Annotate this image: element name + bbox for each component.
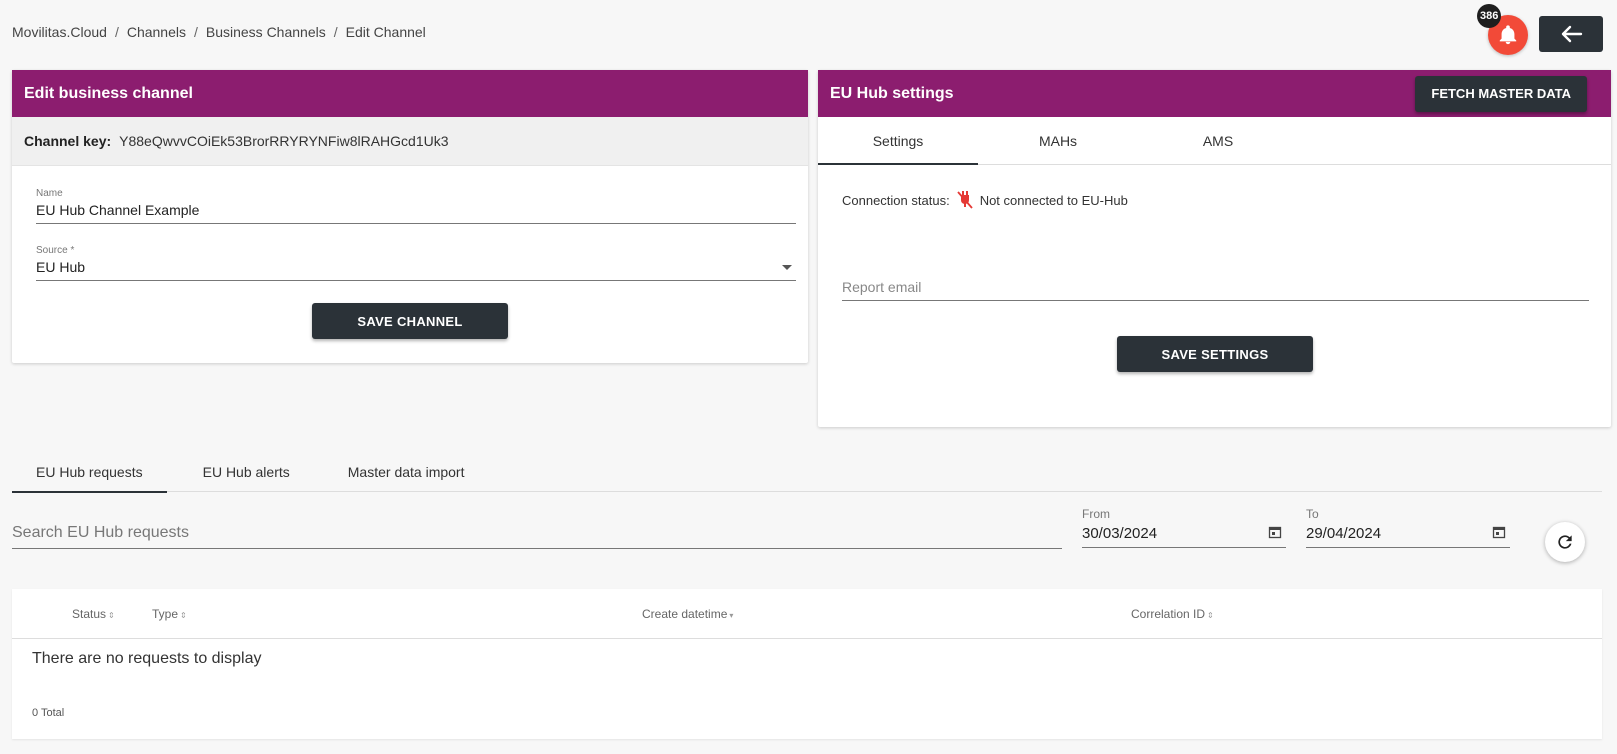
requests-tabs: EU Hub requests EU Hub alerts Master dat… [12,452,1602,493]
settings-tabs: Settings MAHs AMS [818,117,1611,165]
to-date-label: To [1306,507,1319,521]
column-create-datetime-label: Create datetime [642,607,728,621]
from-date-field[interactable]: From 30/03/2024 [1082,507,1286,548]
tab-eu-hub-alerts[interactable]: EU Hub alerts [179,452,314,492]
arrow-left-icon [1561,25,1583,43]
column-create-datetime[interactable]: Create datetime ▾ [642,607,733,621]
breadcrumb-item-home[interactable]: Movilitas.Cloud [12,24,107,40]
back-button[interactable] [1539,16,1603,52]
column-correlation-id[interactable]: Correlation ID ⇕ [1131,607,1214,621]
sort-icon: ⇕ [108,611,115,620]
eu-hub-settings-header: EU Hub settings FETCH MASTER DATA [818,70,1611,117]
calendar-icon[interactable] [1268,525,1282,539]
table-header: Status ⇕ Type ⇕ Create datetime ▾ Correlati… [12,589,1602,639]
channel-key-value: Y88eQwvvCOiEk53BrorRRYRYNFiw8lRAHGcd1Uk3 [119,133,449,149]
column-status[interactable]: Status ⇕ [72,607,115,621]
breadcrumb-separator: / [333,24,338,40]
connection-status-value: Not connected to EU-Hub [979,192,1128,208]
tab-mahs[interactable]: MAHs [978,117,1138,164]
breadcrumb-item-channels[interactable]: Channels [127,24,186,40]
tab-settings[interactable]: Settings [818,117,978,165]
channel-key-row: Channel key: Y88eQwvvCOiEk53BrorRRYRYNFi… [12,117,808,166]
sort-desc-icon: ▾ [729,611,734,620]
name-field[interactable]: Name EU Hub Channel Example [36,188,796,224]
chevron-down-icon[interactable] [782,265,792,270]
breadcrumb-separator: / [114,24,119,40]
breadcrumb-separator: / [193,24,198,40]
channel-key-label: Channel key: [24,133,112,149]
column-type[interactable]: Type ⇕ [152,607,187,621]
refresh-button[interactable] [1545,522,1585,562]
name-label: Name [36,188,63,199]
edit-channel-card: Edit business channel Channel key: Y88eQ… [12,70,808,363]
breadcrumb-item-business-channels[interactable]: Business Channels [206,24,326,40]
source-value[interactable]: EU Hub [36,259,796,280]
column-status-label: Status [72,607,107,621]
total-count: 0 Total [32,707,65,719]
tab-master-data-import[interactable]: Master data import [324,452,489,492]
to-date-value[interactable]: 29/04/2024 [1306,525,1510,547]
column-type-label: Type [152,607,179,621]
search-requests-input[interactable]: Search EU Hub requests [12,524,1062,549]
save-settings-button[interactable]: SAVE SETTINGS [1117,336,1313,372]
edit-channel-header: Edit business channel [12,70,808,117]
from-date-label: From [1082,507,1110,521]
source-select[interactable]: Source * EU Hub [36,245,796,281]
save-channel-button[interactable]: SAVE CHANNEL [312,303,508,339]
breadcrumb: Movilitas.Cloud / Channels / Business Ch… [12,24,426,40]
refresh-icon [1558,535,1572,549]
source-label: Source * [36,245,75,256]
column-correlation-id-label: Correlation ID [1131,607,1206,621]
sort-icon: ⇕ [1207,611,1214,620]
unplugged-icon [957,191,973,209]
eu-hub-settings-card: EU Hub settings FETCH MASTER DATA Settin… [818,70,1611,427]
tab-ams[interactable]: AMS [1138,117,1298,164]
connection-status: Connection status: Not connected to EU-H… [842,190,1128,210]
from-date-value[interactable]: 30/03/2024 [1082,525,1286,547]
sort-icon: ⇕ [180,611,187,620]
tab-eu-hub-requests[interactable]: EU Hub requests [12,452,167,493]
edit-channel-title: Edit business channel [24,84,193,102]
to-date-field[interactable]: To 29/04/2024 [1306,507,1510,548]
breadcrumb-item-current: Edit Channel [345,24,426,40]
bell-icon [1499,25,1517,45]
connection-status-label: Connection status: [842,192,950,208]
fetch-master-data-button[interactable]: FETCH MASTER DATA [1415,75,1587,112]
empty-state-text: There are no requests to display [32,650,262,667]
calendar-icon[interactable] [1492,525,1506,539]
eu-hub-settings-title: EU Hub settings [830,84,954,102]
name-input[interactable]: EU Hub Channel Example [36,202,796,223]
report-email-input[interactable]: Report email [842,279,1589,301]
requests-table: Status ⇕ Type ⇕ Create datetime ▾ Correlati… [12,589,1602,739]
